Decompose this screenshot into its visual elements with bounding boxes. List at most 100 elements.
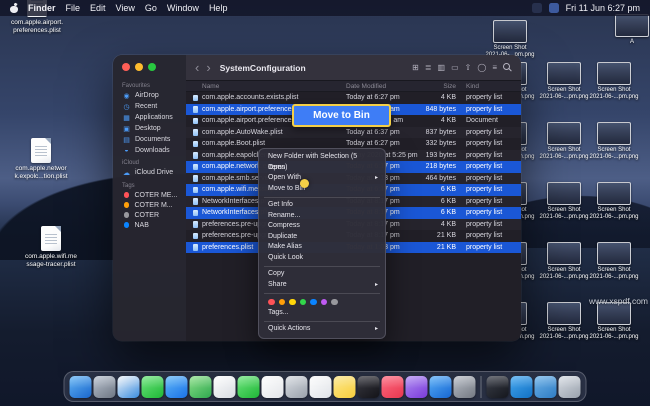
column-header-date-modified[interactable]: Date Modified (346, 83, 386, 90)
zoom-button[interactable] (148, 63, 156, 71)
dock-app-mail[interactable] (166, 376, 188, 398)
menu-finder[interactable]: Finder (28, 3, 56, 13)
context-menu-item-rename[interactable]: Rename... (259, 211, 385, 222)
dock-app-system-preferences[interactable] (454, 376, 476, 398)
dock-app-notes[interactable] (334, 376, 356, 398)
dock-app-facetime[interactable] (238, 376, 260, 398)
dock-app-bin[interactable] (559, 376, 581, 398)
tag-color-dot[interactable] (331, 299, 338, 306)
sidebar-item-recent[interactable]: ◷Recent (113, 101, 186, 112)
forward-button[interactable]: › (206, 61, 210, 74)
context-menu-item-open-with[interactable]: Open With▸ (259, 173, 385, 184)
dock-app-contacts[interactable] (286, 376, 308, 398)
desktop-screenshot-file[interactable]: Screen Shot2021-06-...pm.png (588, 62, 640, 101)
sidebar-item-applications[interactable]: ▦Applications (113, 112, 186, 123)
menu-go[interactable]: Go (145, 3, 157, 13)
desktop-screenshot-file[interactable]: Screen Shot2021-06-...pm.png (588, 122, 640, 161)
context-menu-item-open[interactable]: Open (259, 163, 385, 174)
tag-icon[interactable]: ◯ (477, 63, 486, 72)
desktop-file-com-apple-network-expolc-tion-plist[interactable]: com.apple.network.expolc...tion.plist (12, 138, 70, 180)
context-menu-item-get-info[interactable]: Get Info (259, 200, 385, 211)
dock-app-app-store[interactable] (430, 376, 452, 398)
dock-app-finder[interactable] (70, 376, 92, 398)
desktop-screenshot-file[interactable]: Screen Shot2021-06-...pm.png (588, 302, 640, 341)
column-header-kind[interactable]: Kind (466, 83, 479, 90)
context-menu-item-share[interactable]: Share▸ (259, 280, 385, 291)
dock-app-messages[interactable] (142, 376, 164, 398)
context-menu-item-copy[interactable]: Copy (259, 269, 385, 280)
dock-app-reminders[interactable] (310, 376, 332, 398)
desktop-screenshot-file[interactable]: Screen Shot2021-06-...pm.png (588, 242, 640, 281)
close-button[interactable] (122, 63, 130, 71)
file-row-com-apple-autowake-plist[interactable]: com.apple.AutoWake.plistToday at 6:37 pm… (186, 127, 521, 139)
status-icon-secondary[interactable] (532, 3, 542, 13)
sidebar-item-coter-me[interactable]: COTER ME... (113, 190, 186, 200)
desktop-screenshot-file[interactable]: Screen Shot2021-06-...pm.png (538, 302, 590, 341)
menu-edit[interactable]: Edit (90, 3, 106, 13)
dock-app-music[interactable] (382, 376, 404, 398)
sidebar-item-nab[interactable]: NAB (113, 220, 186, 230)
status-icon[interactable] (549, 3, 559, 13)
desktop-screenshot-file[interactable]: Screen Shot2021-06-...pm.png (588, 182, 640, 221)
dock-app-safari[interactable] (118, 376, 140, 398)
dock-app-terminal[interactable] (487, 376, 509, 398)
share-icon[interactable]: ⇧ (465, 63, 472, 72)
dock-app-vscode[interactable] (511, 376, 533, 398)
desktop-screenshot-file[interactable]: Screen Shot2021-06-...pm.png (538, 182, 590, 221)
menu-bar-clock[interactable]: Fri 11 Jun 6:27 pm (566, 3, 640, 13)
tag-color-dot[interactable] (310, 299, 317, 306)
sidebar-item-downloads[interactable]: ◒Downloads (113, 145, 186, 155)
back-button[interactable]: ‹ (195, 61, 199, 74)
tag-color-dot[interactable] (279, 299, 286, 306)
menu-view[interactable]: View (116, 3, 135, 13)
column-header-size[interactable]: Size (401, 83, 456, 90)
sidebar-item-coter[interactable]: COTER (113, 210, 186, 220)
tag-color-dot[interactable] (321, 299, 328, 306)
dock-app-folder[interactable] (535, 376, 557, 398)
tag-color-dot[interactable] (268, 299, 275, 306)
dock-app-maps[interactable] (190, 376, 212, 398)
search-icon[interactable] (503, 63, 512, 72)
sidebar-item-coter-m[interactable]: COTER M... (113, 200, 186, 210)
file-size: 332 bytes (401, 138, 456, 150)
dock-app-tv[interactable] (358, 376, 380, 398)
sidebar-item-desktop[interactable]: ▣Desktop (113, 123, 186, 134)
context-menu-item-compress[interactable]: Compress (259, 221, 385, 232)
sidebar-item-icloud-drive[interactable]: ☁iCloud Drive (113, 167, 186, 178)
menu-window[interactable]: Window (167, 3, 199, 13)
desktop-screenshot-file[interactable]: Screen Shot2021-06-...pm.png (484, 20, 536, 59)
view-list-icon[interactable]: ≣ (425, 63, 432, 72)
minimize-button[interactable] (135, 63, 143, 71)
action-menu-icon[interactable]: ≡ (492, 63, 497, 72)
desktop-screenshot-file[interactable]: Screen Shot2021-06-...pm.png (538, 122, 590, 161)
column-header-name[interactable]: Name (202, 83, 219, 90)
view-columns-icon[interactable]: ▥ (438, 63, 446, 72)
context-menu-item-duplicate[interactable]: Duplicate (259, 232, 385, 243)
file-row-com-apple-accounts-exists-plist[interactable]: com.apple.accounts.exists.plistToday at … (186, 92, 521, 104)
menu-help[interactable]: Help (209, 3, 228, 13)
context-menu-item-tags[interactable]: Tags... (259, 308, 385, 319)
desktop-screenshot-file[interactable]: Screen Shot2021-06-...pm.png (538, 62, 590, 101)
sidebar-item-airdrop[interactable]: ◉AirDrop (113, 90, 186, 101)
context-menu-item-move-to-bin[interactable]: Move to Bin (259, 184, 385, 195)
context-menu-item-make-alias[interactable]: Make Alias (259, 242, 385, 253)
view-gallery-icon[interactable]: ▭ (451, 63, 459, 72)
context-menu-item-new-folder-with-selection-5-items[interactable]: New Folder with Selection (5 Items) (259, 152, 385, 163)
desktop-screenshot-file[interactable]: Screen Shot2021-06-...pm.png (538, 242, 590, 281)
desktop-screenshot-file[interactable]: A (606, 14, 650, 46)
dock-app-photos[interactable] (214, 376, 236, 398)
dock-app-launchpad[interactable] (94, 376, 116, 398)
sidebar-item-documents[interactable]: ▤Documents (113, 134, 186, 145)
tag-color-dot[interactable] (289, 299, 296, 306)
dock-app-calendar[interactable] (262, 376, 284, 398)
tag-color-dot[interactable] (300, 299, 307, 306)
view-grid-icon[interactable]: ⊞ (412, 63, 419, 72)
menu-file[interactable]: File (66, 3, 81, 13)
apple-menu-icon[interactable] (10, 3, 18, 14)
context-menu-item-quick-look[interactable]: Quick Look (259, 253, 385, 264)
file-icon (193, 233, 198, 240)
desktop-file-com-apple-wifi-message-tracer-plist[interactable]: com.apple.wifi.message-tracer.plist (22, 226, 80, 268)
dock-app-podcasts[interactable] (406, 376, 428, 398)
desktop-file-label: com.apple.wifi.message-tracer.plist (22, 253, 80, 268)
context-menu-item-quick-actions[interactable]: Quick Actions▸ (259, 324, 385, 335)
